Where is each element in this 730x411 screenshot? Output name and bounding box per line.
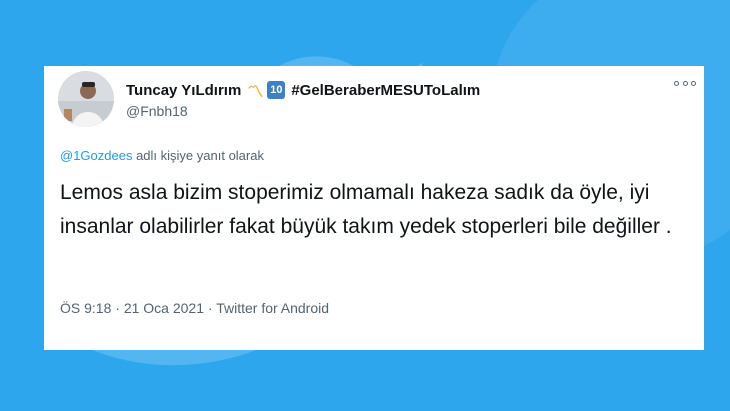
more-dot (682, 80, 688, 86)
tweet-time: ÖS 9:18 (60, 300, 112, 316)
user-handle[interactable]: @Fnbh18 (126, 103, 188, 119)
tweet-text: Lemos asla bizim stoperimiz olmamalı hak… (60, 181, 672, 238)
reply-to-user-link[interactable]: @1Gozdees (60, 148, 132, 163)
part-alternation-mark-emoji: 〽 (247, 84, 264, 101)
more-dot (691, 80, 696, 86)
reply-context: @1Gozdees adlı kişiye yanıt olarak (60, 148, 264, 163)
meta-separator: · (111, 300, 124, 316)
more-icon[interactable] (674, 76, 696, 90)
author-name-row[interactable]: Tuncay YıLdırım 〽 10 #GelBeraberMESUToLa… (126, 78, 480, 102)
more-dot (674, 80, 679, 86)
avatar-photo (58, 71, 114, 127)
tweet-source-link[interactable]: Twitter for Android (216, 300, 329, 316)
tweet-card: Tuncay YıLdırım 〽 10 #GelBeraberMESUToLa… (44, 66, 704, 350)
keycap-ten-emoji: 10 (267, 81, 286, 99)
reply-context-label: adlı kişiye yanıt olarak (132, 148, 264, 163)
tweet-meta: ÖS 9:18 · 21 Oca 2021 · Twitter for Andr… (60, 300, 329, 316)
display-name[interactable]: Tuncay YıLdırım (126, 82, 241, 99)
hashtag-in-name: #GelBeraberMESUToLalım (291, 81, 481, 99)
meta-separator: · (204, 300, 217, 316)
tweet-date: 21 Oca 2021 (123, 300, 204, 316)
avatar[interactable] (58, 71, 114, 127)
tweet-time-link[interactable]: ÖS 9:18 · 21 Oca 2021 (60, 300, 204, 316)
